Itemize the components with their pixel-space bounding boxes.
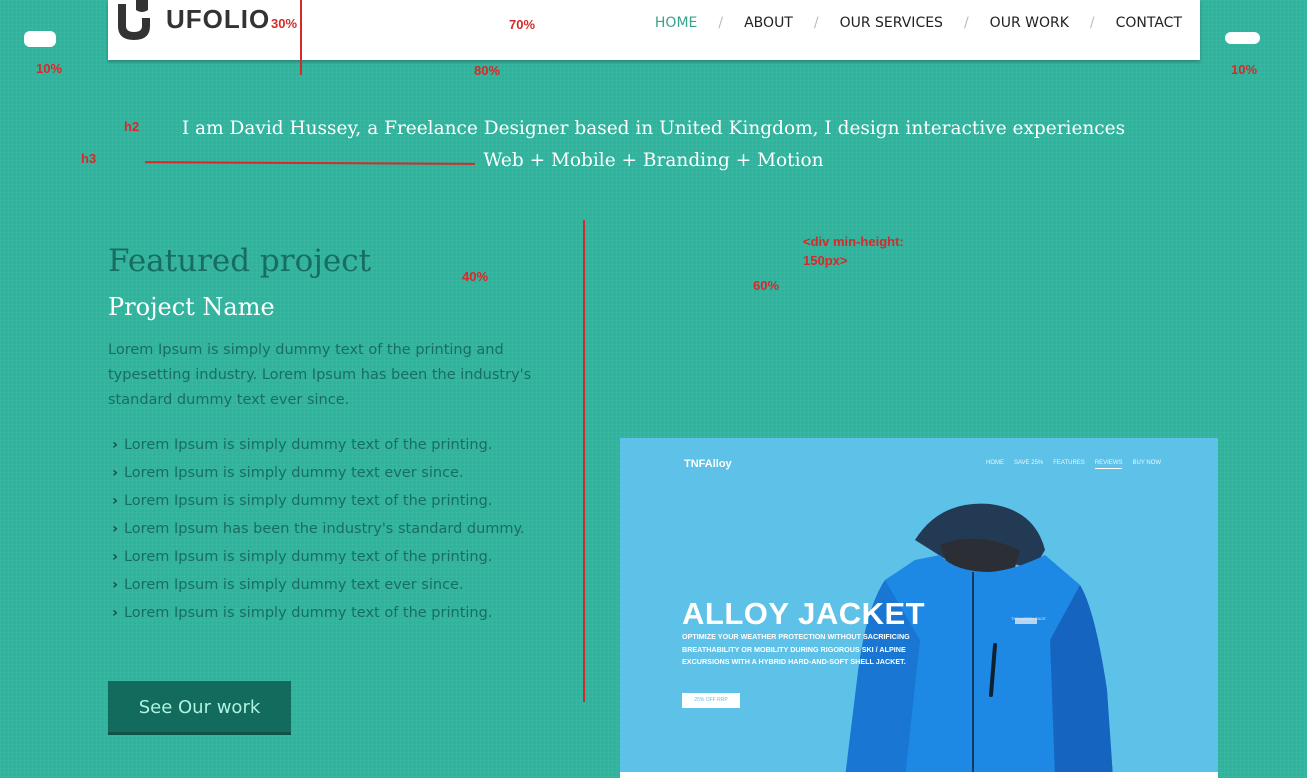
annotation-nav-pct: 70% xyxy=(509,17,536,32)
list-item: › Lorem Ipsum is simply dummy text of the… xyxy=(112,601,525,629)
annotation-right-margin: 10% xyxy=(1231,62,1258,77)
list-item-text: Lorem Ipsum is simply dummy text of the … xyxy=(123,437,493,453)
main-nav: HOME / ABOUT / OUR SERVICES / OUR WORK /… xyxy=(655,15,1182,31)
feature-list: › Lorem Ipsum is simply dummy text of the… xyxy=(112,433,525,629)
annotation-left-col: 40% xyxy=(462,269,489,284)
mockup-bottom-bar xyxy=(620,772,1218,778)
annotation-min-height-2: 150px> xyxy=(803,253,848,268)
list-item-text: Lorem Ipsum is simply dummy text ever si… xyxy=(123,577,464,593)
mockup-nav: HOME SAVE 25% FEATURES REVIEWS BUY NOW xyxy=(986,460,1161,469)
chevron-right-icon: › xyxy=(112,549,118,565)
chevron-right-icon: › xyxy=(112,605,118,621)
mockup-logo: TNFAlloy xyxy=(684,458,732,470)
chevron-right-icon: › xyxy=(112,465,118,481)
nav-home[interactable]: HOME xyxy=(655,15,697,31)
project-screenshot[interactable]: TNFAlloy HOME SAVE 25% FEATURES REVIEWS … xyxy=(620,438,1218,778)
chevron-right-icon: › xyxy=(112,521,118,537)
annotation-divider-header xyxy=(300,0,302,75)
annotation-divider-columns xyxy=(583,220,585,702)
see-our-work-button[interactable]: See Our work xyxy=(108,681,291,735)
list-item-text: Lorem Ipsum is simply dummy text ever si… xyxy=(123,465,464,481)
annotation-right-col: 60% xyxy=(753,278,780,293)
scribble-right xyxy=(1225,32,1260,44)
scribble-left xyxy=(24,31,56,47)
mockup-nav-item: FEATURES xyxy=(1053,460,1085,466)
list-item: › Lorem Ipsum is simply dummy text of the… xyxy=(112,489,525,517)
logo-text[interactable]: UFOLIO xyxy=(166,4,270,35)
list-item: › Lorem Ipsum is simply dummy text ever s… xyxy=(112,461,525,489)
mockup-button: 25% OFF RRP xyxy=(682,693,740,708)
list-item-text: Lorem Ipsum is simply dummy text of the … xyxy=(123,493,493,509)
annotation-header-width: 80% xyxy=(474,63,501,78)
hero-heading: I am David Hussey, a Freelance Designer … xyxy=(181,118,1126,139)
chevron-right-icon: › xyxy=(112,437,118,453)
mockup-nav-item: SAVE 25% xyxy=(1014,460,1044,466)
chevron-right-icon: › xyxy=(112,493,118,509)
nav-about[interactable]: ABOUT xyxy=(744,15,793,31)
annotation-min-height-1: <div min-height: xyxy=(803,234,904,249)
list-item-text: Lorem Ipsum is simply dummy text of the … xyxy=(123,605,493,621)
nav-separator: / xyxy=(1089,15,1095,31)
list-item: › Lorem Ipsum is simply dummy text ever s… xyxy=(112,573,525,601)
nav-separator: / xyxy=(718,15,724,31)
project-name: Project Name xyxy=(108,293,275,321)
list-item: › Lorem Ipsum is simply dummy text of the… xyxy=(112,545,525,573)
project-description: Lorem Ipsum is simply dummy text of the … xyxy=(108,342,532,408)
annotation-logo-pct: 30% xyxy=(271,16,298,31)
list-item: › Lorem Ipsum is simply dummy text of the… xyxy=(112,433,525,461)
nav-separator: / xyxy=(813,15,819,31)
featured-title: Featured project xyxy=(108,243,372,279)
mockup-nav-item: BUY NOW xyxy=(1132,460,1162,466)
brand-mark-text: THE NORTH FACE xyxy=(1011,616,1046,621)
list-item: › Lorem Ipsum has been the industry's sta… xyxy=(112,517,525,545)
list-item-text: Lorem Ipsum is simply dummy text of the … xyxy=(123,549,493,565)
nav-our-services[interactable]: OUR SERVICES xyxy=(840,15,943,31)
annotation-left-margin: 10% xyxy=(36,61,63,76)
logo-icon[interactable] xyxy=(114,0,154,44)
nav-our-work[interactable]: OUR WORK xyxy=(990,15,1069,31)
mockup-subtitle: OPTIMIZE YOUR WEATHER PROTECTION WITHOUT… xyxy=(682,632,910,666)
mockup-title: ALLOY JACKET xyxy=(682,596,926,631)
mockup-nav-item: REVIEWS xyxy=(1094,460,1123,469)
mockup-nav-item: HOME xyxy=(986,460,1004,466)
nav-contact[interactable]: CONTACT xyxy=(1116,15,1182,31)
chevron-right-icon: › xyxy=(112,577,118,593)
nav-separator: / xyxy=(963,15,969,31)
hero-subheading: Web + Mobile + Branding + Motion xyxy=(483,150,824,171)
list-item-text: Lorem Ipsum has been the industry's stan… xyxy=(123,521,525,537)
